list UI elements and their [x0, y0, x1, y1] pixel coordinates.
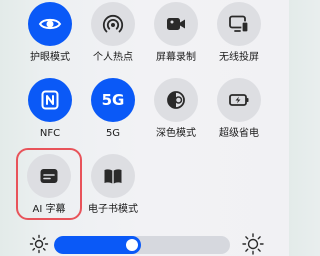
- brightness-high-icon: [242, 233, 264, 255]
- battery-saver-toggle[interactable]: [217, 78, 261, 122]
- tile-label-battery-saver: 超级省电: [219, 128, 259, 139]
- 5g-icon: 5G: [101, 91, 125, 109]
- tile-screen-record[interactable]: 屏幕录制: [146, 2, 206, 64]
- tile-eye-comfort[interactable]: 护眼模式: [20, 2, 80, 64]
- tile-ebook-mode[interactable]: 电子书模式: [83, 154, 143, 216]
- dark-mode-toggle[interactable]: [154, 78, 198, 122]
- tile-label-5g: 5G: [105, 128, 121, 139]
- screen-record-icon: [167, 18, 185, 30]
- tile-label-screen-record: 屏幕录制: [156, 52, 196, 63]
- ebook-mode-toggle[interactable]: [91, 154, 135, 198]
- brightness-low-icon: [29, 234, 49, 254]
- ai-subtitle-icon: [40, 169, 58, 183]
- eye-comfort-toggle[interactable]: [28, 2, 72, 46]
- tile-label-eye-comfort: 护眼模式: [30, 52, 70, 63]
- wireless-projection-toggle[interactable]: [217, 2, 261, 46]
- screen-record-toggle[interactable]: [154, 2, 198, 46]
- tile-label-ai-subtitle: AI 字幕: [32, 204, 66, 215]
- wireless-projection-icon: [229, 15, 249, 33]
- tile-ai-subtitle[interactable]: AI 字幕: [19, 154, 79, 216]
- control-center-panel: 护眼模式 个人热点 屏幕录制 无线投屏 NFC 5G 5G 深色模式 超级省电 …: [0, 0, 289, 256]
- dark-mode-icon: [167, 91, 185, 109]
- ebook-icon: [104, 169, 122, 184]
- hotspot-icon: [102, 14, 124, 33]
- tile-label-ebook-mode: 电子书模式: [88, 204, 138, 215]
- tile-label-dark-mode: 深色模式: [156, 128, 196, 139]
- brightness-control: [0, 226, 289, 256]
- 5g-toggle[interactable]: 5G: [91, 78, 135, 122]
- tile-5g[interactable]: 5G 5G: [83, 78, 143, 140]
- nfc-icon: [41, 90, 59, 110]
- tile-nfc[interactable]: NFC: [20, 78, 80, 140]
- ai-subtitle-toggle[interactable]: [27, 154, 71, 198]
- eye-icon: [38, 18, 62, 30]
- brightness-slider-thumb[interactable]: [126, 239, 138, 251]
- tile-label-hotspot: 个人热点: [93, 52, 133, 63]
- hotspot-toggle[interactable]: [91, 2, 135, 46]
- tile-hotspot[interactable]: 个人热点: [83, 2, 143, 64]
- nfc-toggle[interactable]: [28, 78, 72, 122]
- tile-label-nfc: NFC: [39, 128, 61, 139]
- battery-saver-icon: [229, 94, 249, 106]
- brightness-slider[interactable]: [54, 236, 230, 254]
- tile-label-wireless-projection: 无线投屏: [219, 52, 259, 63]
- tile-dark-mode[interactable]: 深色模式: [146, 78, 206, 140]
- tile-wireless-projection[interactable]: 无线投屏: [209, 2, 269, 64]
- tile-battery-saver[interactable]: 超级省电: [209, 78, 269, 140]
